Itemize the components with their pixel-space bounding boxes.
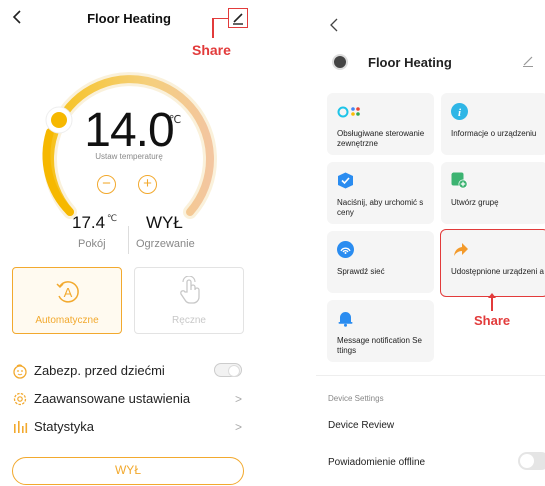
mode-auto-button[interactable]: A Automatyczne [12, 267, 122, 334]
bell-icon [338, 312, 353, 327]
mode-manual-button[interactable]: Ręczne [134, 267, 244, 334]
tile-label: Obsługiwane sterowanie zewnętrzne [337, 129, 425, 148]
room-label: Pokój [78, 238, 106, 250]
auto-mode-icon: A [56, 281, 79, 303]
chevron-right-icon: > [234, 420, 242, 434]
statistics-label: Statystyka [34, 419, 94, 434]
tile-label: Naciśnij, aby urchomić s ceny [337, 198, 424, 217]
tile-external-control[interactable]: Obsługiwane sterowanie zewnętrzne [327, 93, 434, 155]
child-lock-row[interactable]: Zabezp. przed dziećmi [12, 360, 246, 382]
advanced-settings-row[interactable]: Zaawansowane ustawienia > [12, 388, 246, 410]
edit-button[interactable] [228, 8, 248, 28]
decrease-temperature-button[interactable]: − [97, 175, 116, 194]
tile-label: Message notification Se ttings [337, 336, 422, 355]
child-face-icon [13, 364, 27, 379]
bar-chart-icon [14, 421, 28, 433]
share-annotation: Share [474, 313, 511, 328]
gear-icon [13, 392, 27, 406]
tile-label: Informacje o urządzeniu [451, 129, 537, 138]
share-arrow-icon [454, 243, 468, 256]
mode-auto-label: Automatyczne [35, 315, 99, 326]
annotation-connector [212, 18, 228, 38]
advanced-settings-label: Zaawansowane ustawienia [34, 391, 191, 406]
child-lock-toggle[interactable] [214, 363, 242, 377]
pencil-icon[interactable] [522, 55, 534, 67]
mode-manual-label: Ręczne [172, 315, 206, 326]
temperature-unit: ℃ [169, 114, 182, 126]
tile-message-notification[interactable]: Message notification Se ttings [327, 300, 434, 362]
section-divider [316, 375, 545, 376]
tap-to-run-icon [338, 172, 353, 189]
back-icon[interactable] [328, 17, 340, 33]
tile-shared-devices[interactable]: Udostępnione urządzeni a [440, 229, 545, 297]
power-off-button[interactable]: WYŁ [12, 457, 244, 485]
divider [128, 226, 129, 254]
network-check-icon [337, 241, 354, 258]
hand-tap-icon [180, 276, 200, 304]
heating-label: Ogrzewanie [136, 238, 195, 250]
section-label: Device Settings [328, 394, 384, 403]
tile-check-network[interactable]: Sprawdź sieć [327, 231, 434, 293]
tile-create-group[interactable]: Utwórz grupę [441, 162, 545, 224]
room-temperature: 17.4 [72, 213, 106, 232]
device-avatar [332, 54, 348, 70]
chevron-right-icon: > [234, 392, 242, 406]
tile-label: Utwórz grupę [451, 198, 499, 207]
tile-tap-to-run[interactable]: Naciśnij, aby urchomić s ceny [327, 162, 434, 224]
pencil-icon [233, 13, 243, 25]
tile-label: Sprawdź sieć [337, 267, 385, 276]
offline-notification-label: Powiadomienie offline [328, 457, 426, 468]
voice-assistants-icon [337, 106, 360, 118]
child-lock-label: Zabezp. przed dziećmi [34, 363, 165, 378]
device-title: Floor Heating [368, 55, 452, 70]
svg-text:A: A [64, 285, 73, 300]
offline-notification-toggle[interactable] [518, 452, 545, 470]
set-temperature-label: Ustaw temperaturę [95, 152, 163, 161]
device-review-row[interactable]: Device Review [328, 420, 394, 431]
statistics-row[interactable]: Statystyka > [12, 416, 246, 438]
heating-state: WYŁ [146, 213, 183, 232]
room-temperature-unit: ℃ [107, 213, 118, 223]
target-temperature: 14.0 [84, 104, 174, 157]
increase-temperature-button[interactable]: + [138, 175, 157, 194]
annotation-arrow [488, 293, 496, 311]
tile-device-info[interactable]: i Informacje o urządzeniu [441, 93, 545, 155]
tile-label: Udostępnione urządzeni a [451, 267, 544, 276]
create-group-icon [451, 172, 468, 189]
info-icon: i [451, 103, 468, 120]
